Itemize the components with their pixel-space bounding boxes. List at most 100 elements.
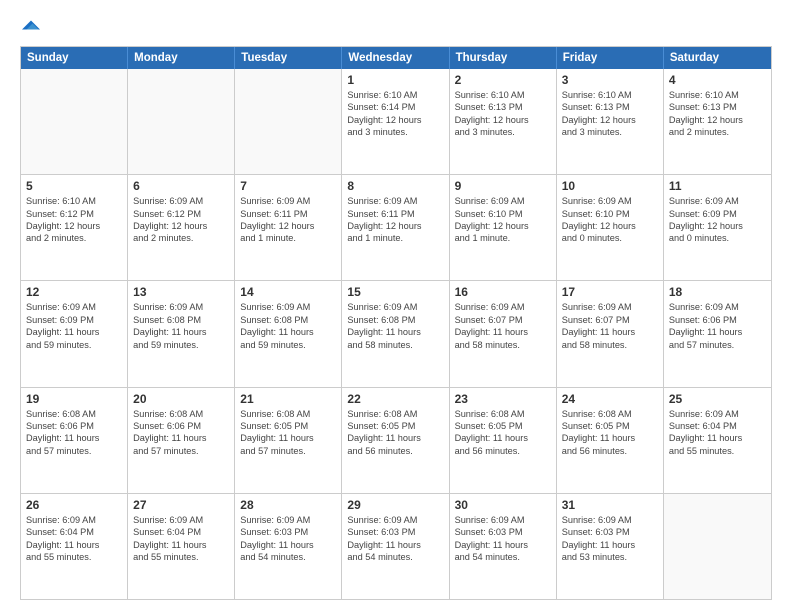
cell-daylight-info: Sunrise: 6:09 AM Sunset: 6:08 PM Dayligh…: [347, 301, 443, 351]
calendar-cell: 2 Sunrise: 6:10 AM Sunset: 6:13 PM Daylig…: [450, 69, 557, 174]
cell-daylight-info: Sunrise: 6:10 AM Sunset: 6:12 PM Dayligh…: [26, 195, 122, 245]
calendar-cell: [128, 69, 235, 174]
calendar-cell: 23Sunrise: 6:08 AM Sunset: 6:05 PM Dayli…: [450, 388, 557, 493]
day-number: 20: [133, 392, 229, 406]
day-number: 26: [26, 498, 122, 512]
calendar-header-cell: Saturday: [664, 47, 771, 69]
calendar-week-row: 1 Sunrise: 6:10 AM Sunset: 6:14 PM Daylig…: [21, 69, 771, 174]
cell-daylight-info: Sunrise: 6:08 AM Sunset: 6:05 PM Dayligh…: [240, 408, 336, 458]
calendar-header-cell: Thursday: [450, 47, 557, 69]
cell-daylight-info: Sunrise: 6:09 AM Sunset: 6:10 PM Dayligh…: [455, 195, 551, 245]
calendar-cell: 3 Sunrise: 6:10 AM Sunset: 6:13 PM Daylig…: [557, 69, 664, 174]
calendar-header-row: SundayMondayTuesdayWednesdayThursdayFrid…: [21, 47, 771, 69]
day-number: 9: [455, 179, 551, 193]
calendar-cell: 21Sunrise: 6:08 AM Sunset: 6:05 PM Dayli…: [235, 388, 342, 493]
cell-daylight-info: Sunrise: 6:09 AM Sunset: 6:07 PM Dayligh…: [455, 301, 551, 351]
day-number: 12: [26, 285, 122, 299]
cell-daylight-info: Sunrise: 6:10 AM Sunset: 6:13 PM Dayligh…: [455, 89, 551, 139]
calendar-cell: 18Sunrise: 6:09 AM Sunset: 6:06 PM Dayli…: [664, 281, 771, 386]
calendar-cell: [664, 494, 771, 599]
calendar-cell: 22Sunrise: 6:08 AM Sunset: 6:05 PM Dayli…: [342, 388, 449, 493]
logo: [20, 16, 40, 36]
calendar-cell: 7 Sunrise: 6:09 AM Sunset: 6:11 PM Daylig…: [235, 175, 342, 280]
calendar-cell: 17 Sunrise: 6:09 AM Sunset: 6:07 PM Dayli…: [557, 281, 664, 386]
calendar: SundayMondayTuesdayWednesdayThursdayFrid…: [20, 46, 772, 600]
cell-daylight-info: Sunrise: 6:08 AM Sunset: 6:06 PM Dayligh…: [26, 408, 122, 458]
calendar-cell: 12 Sunrise: 6:09 AM Sunset: 6:09 PM Dayli…: [21, 281, 128, 386]
cell-daylight-info: Sunrise: 6:09 AM Sunset: 6:08 PM Dayligh…: [133, 301, 229, 351]
cell-daylight-info: Sunrise: 6:10 AM Sunset: 6:14 PM Dayligh…: [347, 89, 443, 139]
cell-daylight-info: Sunrise: 6:09 AM Sunset: 6:11 PM Dayligh…: [347, 195, 443, 245]
day-number: 29: [347, 498, 443, 512]
day-number: 25: [669, 392, 766, 406]
cell-daylight-info: Sunrise: 6:09 AM Sunset: 6:08 PM Dayligh…: [240, 301, 336, 351]
cell-daylight-info: Sunrise: 6:09 AM Sunset: 6:03 PM Dayligh…: [347, 514, 443, 564]
cell-daylight-info: Sunrise: 6:10 AM Sunset: 6:13 PM Dayligh…: [562, 89, 658, 139]
calendar-week-row: 26 Sunrise: 6:09 AM Sunset: 6:04 PM Dayli…: [21, 493, 771, 599]
header: [20, 16, 772, 36]
calendar-cell: 1 Sunrise: 6:10 AM Sunset: 6:14 PM Daylig…: [342, 69, 449, 174]
day-number: 5: [26, 179, 122, 193]
calendar-cell: 5 Sunrise: 6:10 AM Sunset: 6:12 PM Daylig…: [21, 175, 128, 280]
day-number: 16: [455, 285, 551, 299]
day-number: 13: [133, 285, 229, 299]
cell-daylight-info: Sunrise: 6:10 AM Sunset: 6:13 PM Dayligh…: [669, 89, 766, 139]
calendar-week-row: 5 Sunrise: 6:10 AM Sunset: 6:12 PM Daylig…: [21, 174, 771, 280]
cell-daylight-info: Sunrise: 6:09 AM Sunset: 6:10 PM Dayligh…: [562, 195, 658, 245]
calendar-cell: [21, 69, 128, 174]
cell-daylight-info: Sunrise: 6:08 AM Sunset: 6:05 PM Dayligh…: [562, 408, 658, 458]
day-number: 2: [455, 73, 551, 87]
day-number: 22: [347, 392, 443, 406]
cell-daylight-info: Sunrise: 6:09 AM Sunset: 6:03 PM Dayligh…: [562, 514, 658, 564]
day-number: 31: [562, 498, 658, 512]
cell-daylight-info: Sunrise: 6:09 AM Sunset: 6:07 PM Dayligh…: [562, 301, 658, 351]
calendar-cell: 13 Sunrise: 6:09 AM Sunset: 6:08 PM Dayli…: [128, 281, 235, 386]
cell-daylight-info: Sunrise: 6:09 AM Sunset: 6:03 PM Dayligh…: [240, 514, 336, 564]
calendar-header-cell: Monday: [128, 47, 235, 69]
cell-daylight-info: Sunrise: 6:09 AM Sunset: 6:03 PM Dayligh…: [455, 514, 551, 564]
calendar-week-row: 19 Sunrise: 6:08 AM Sunset: 6:06 PM Dayli…: [21, 387, 771, 493]
cell-daylight-info: Sunrise: 6:09 AM Sunset: 6:12 PM Dayligh…: [133, 195, 229, 245]
day-number: 6: [133, 179, 229, 193]
calendar-header-cell: Wednesday: [342, 47, 449, 69]
day-number: 17: [562, 285, 658, 299]
calendar-cell: 20 Sunrise: 6:08 AM Sunset: 6:06 PM Dayli…: [128, 388, 235, 493]
cell-daylight-info: Sunrise: 6:08 AM Sunset: 6:06 PM Dayligh…: [133, 408, 229, 458]
day-number: 18: [669, 285, 766, 299]
cell-daylight-info: Sunrise: 6:09 AM Sunset: 6:04 PM Dayligh…: [133, 514, 229, 564]
day-number: 24: [562, 392, 658, 406]
day-number: 10: [562, 179, 658, 193]
calendar-week-row: 12 Sunrise: 6:09 AM Sunset: 6:09 PM Dayli…: [21, 280, 771, 386]
logo-icon: [22, 16, 40, 34]
day-number: 27: [133, 498, 229, 512]
day-number: 4: [669, 73, 766, 87]
day-number: 30: [455, 498, 551, 512]
calendar-cell: 25Sunrise: 6:09 AM Sunset: 6:04 PM Dayli…: [664, 388, 771, 493]
day-number: 14: [240, 285, 336, 299]
calendar-cell: 10 Sunrise: 6:09 AM Sunset: 6:10 PM Dayli…: [557, 175, 664, 280]
calendar-cell: 19 Sunrise: 6:08 AM Sunset: 6:06 PM Dayli…: [21, 388, 128, 493]
calendar-cell: 26 Sunrise: 6:09 AM Sunset: 6:04 PM Dayli…: [21, 494, 128, 599]
day-number: 11: [669, 179, 766, 193]
calendar-body: 1 Sunrise: 6:10 AM Sunset: 6:14 PM Daylig…: [21, 69, 771, 599]
cell-daylight-info: Sunrise: 6:09 AM Sunset: 6:09 PM Dayligh…: [669, 195, 766, 245]
calendar-cell: 8Sunrise: 6:09 AM Sunset: 6:11 PM Daylig…: [342, 175, 449, 280]
day-number: 19: [26, 392, 122, 406]
calendar-cell: 30 Sunrise: 6:09 AM Sunset: 6:03 PM Dayli…: [450, 494, 557, 599]
day-number: 7: [240, 179, 336, 193]
cell-daylight-info: Sunrise: 6:09 AM Sunset: 6:11 PM Dayligh…: [240, 195, 336, 245]
calendar-cell: 31 Sunrise: 6:09 AM Sunset: 6:03 PM Dayli…: [557, 494, 664, 599]
page: SundayMondayTuesdayWednesdayThursdayFrid…: [0, 0, 792, 612]
day-number: 15: [347, 285, 443, 299]
calendar-cell: 16 Sunrise: 6:09 AM Sunset: 6:07 PM Dayli…: [450, 281, 557, 386]
calendar-cell: 27 Sunrise: 6:09 AM Sunset: 6:04 PM Dayli…: [128, 494, 235, 599]
cell-daylight-info: Sunrise: 6:09 AM Sunset: 6:09 PM Dayligh…: [26, 301, 122, 351]
day-number: 23: [455, 392, 551, 406]
day-number: 3: [562, 73, 658, 87]
cell-daylight-info: Sunrise: 6:09 AM Sunset: 6:04 PM Dayligh…: [26, 514, 122, 564]
calendar-cell: [235, 69, 342, 174]
day-number: 1: [347, 73, 443, 87]
calendar-cell: 6 Sunrise: 6:09 AM Sunset: 6:12 PM Daylig…: [128, 175, 235, 280]
calendar-cell: 9 Sunrise: 6:09 AM Sunset: 6:10 PM Daylig…: [450, 175, 557, 280]
calendar-header-cell: Friday: [557, 47, 664, 69]
